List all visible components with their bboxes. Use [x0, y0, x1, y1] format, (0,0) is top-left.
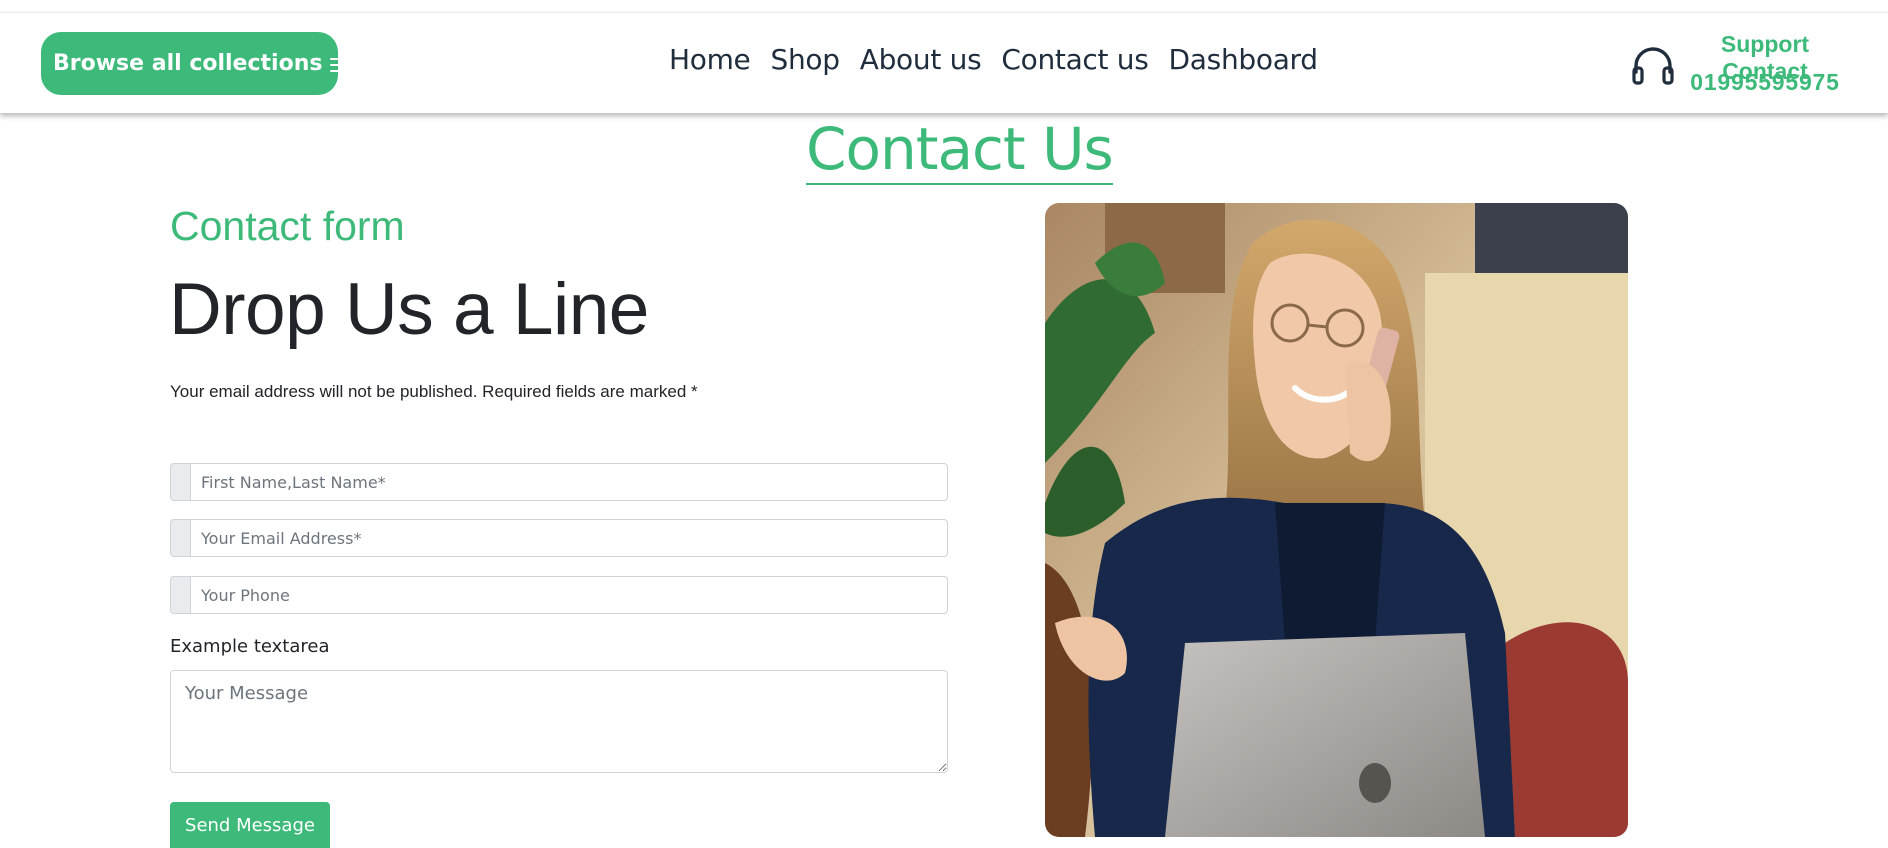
- contact-photo: [1045, 203, 1628, 837]
- message-textarea[interactable]: [170, 670, 948, 773]
- email-input-prefix: [170, 519, 190, 557]
- nav-link-home[interactable]: Home: [669, 43, 751, 77]
- phone-input-group: [170, 576, 948, 614]
- browse-collections-label: Browse all collections: [53, 51, 323, 76]
- required-fields-note: Your email address will not be published…: [170, 382, 698, 401]
- support-phone-number: 01995595975: [1690, 69, 1840, 95]
- main-nav: Home Shop About us Contact us Dashboard: [669, 43, 1338, 77]
- headphones-icon: [1631, 44, 1675, 88]
- textarea-label: Example textarea: [170, 636, 330, 657]
- name-input-group: [170, 463, 948, 501]
- nav-link-shop[interactable]: Shop: [771, 43, 841, 77]
- send-message-button[interactable]: Send Message: [170, 802, 330, 848]
- form-heading: Drop Us a Line: [169, 269, 649, 350]
- email-input-group: [170, 519, 948, 557]
- browse-collections-button[interactable]: Browse all collections: [41, 32, 355, 95]
- top-navbar: Browse all collections Home Shop About u…: [0, 12, 1888, 113]
- contact-form-eyebrow: Contact form: [170, 203, 405, 249]
- nav-link-contact[interactable]: Contact us: [1001, 43, 1148, 77]
- nav-link-dashboard[interactable]: Dashboard: [1169, 43, 1319, 77]
- name-input[interactable]: [190, 463, 948, 501]
- name-input-prefix: [170, 463, 190, 501]
- page-title: Contact Us: [806, 115, 1114, 185]
- nav-link-about[interactable]: About us: [860, 43, 982, 77]
- phone-input-prefix: [170, 576, 190, 614]
- phone-input[interactable]: [190, 576, 948, 614]
- email-input[interactable]: [190, 519, 948, 557]
